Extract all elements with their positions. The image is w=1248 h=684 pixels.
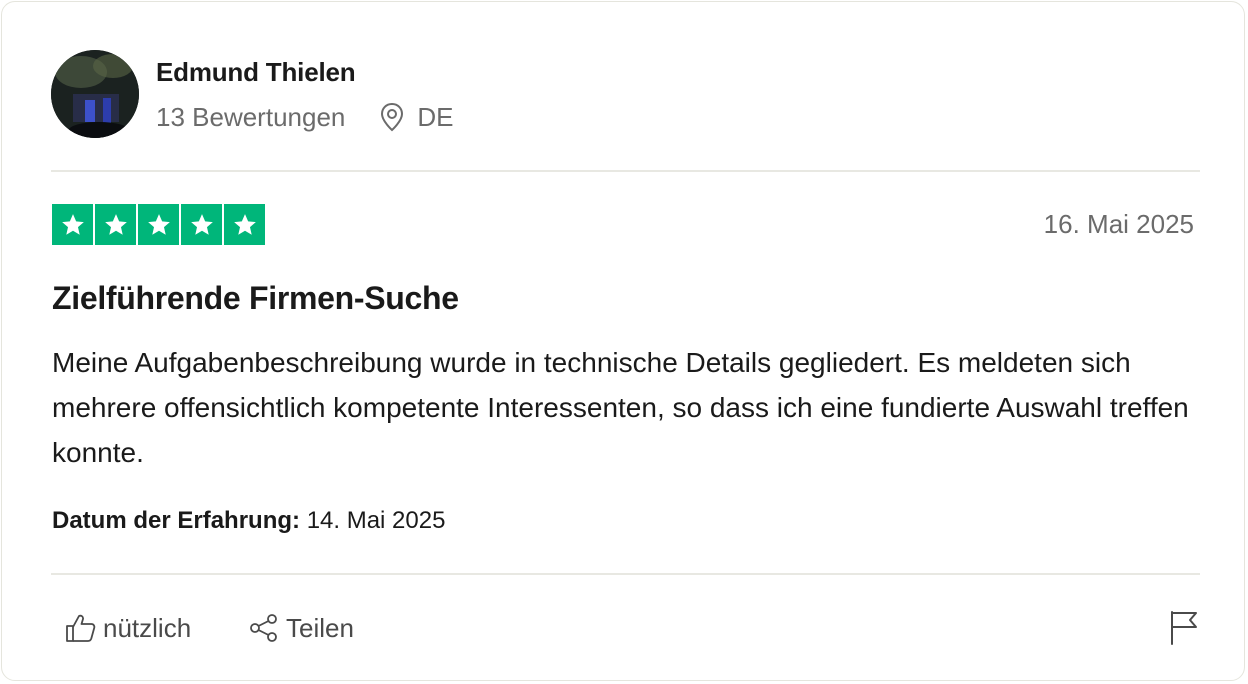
- share-icon: [250, 614, 277, 642]
- review-date: 16. Mai 2025: [1043, 209, 1194, 239]
- report-button[interactable]: [1168, 610, 1200, 646]
- share-button[interactable]: Teilen: [248, 610, 354, 646]
- star-icon: [52, 204, 93, 245]
- star-icon: [95, 204, 136, 245]
- useful-button[interactable]: nützlich: [65, 610, 191, 646]
- reviewer-country: DE: [417, 101, 454, 132]
- location-pin-icon: [379, 102, 405, 132]
- experience-date-label: Datum der Erfahrung:: [52, 507, 301, 534]
- star-icon: [181, 204, 222, 245]
- review-title[interactable]: Zielführende Firmen-Suche: [52, 280, 459, 317]
- share-label: Teilen: [286, 612, 354, 643]
- review-card: Edmund Thielen 13 Bewertungen DE 16. Mai…: [1, 1, 1245, 681]
- reviewer-name[interactable]: Edmund Thielen: [156, 57, 356, 88]
- flag-icon: [1171, 611, 1197, 645]
- review-count: 13 Bewertungen: [156, 101, 346, 132]
- star-icon: [224, 204, 265, 245]
- divider-top: [51, 170, 1200, 172]
- reviewer-meta: 13 Bewertungen DE: [156, 100, 454, 134]
- star-rating: [52, 204, 265, 245]
- useful-label: nützlich: [103, 612, 192, 643]
- avatar[interactable]: [51, 50, 139, 138]
- divider-bottom: [51, 573, 1200, 575]
- review-body: Meine Aufgabenbeschreibung wurde in tech…: [52, 347, 1189, 468]
- star-icon: [138, 204, 179, 245]
- thumbs-up-icon: [66, 614, 96, 642]
- experience-date: Datum der Erfahrung: 14. Mai 2025: [52, 507, 445, 535]
- experience-date-value: 14. Mai 2025: [306, 507, 446, 534]
